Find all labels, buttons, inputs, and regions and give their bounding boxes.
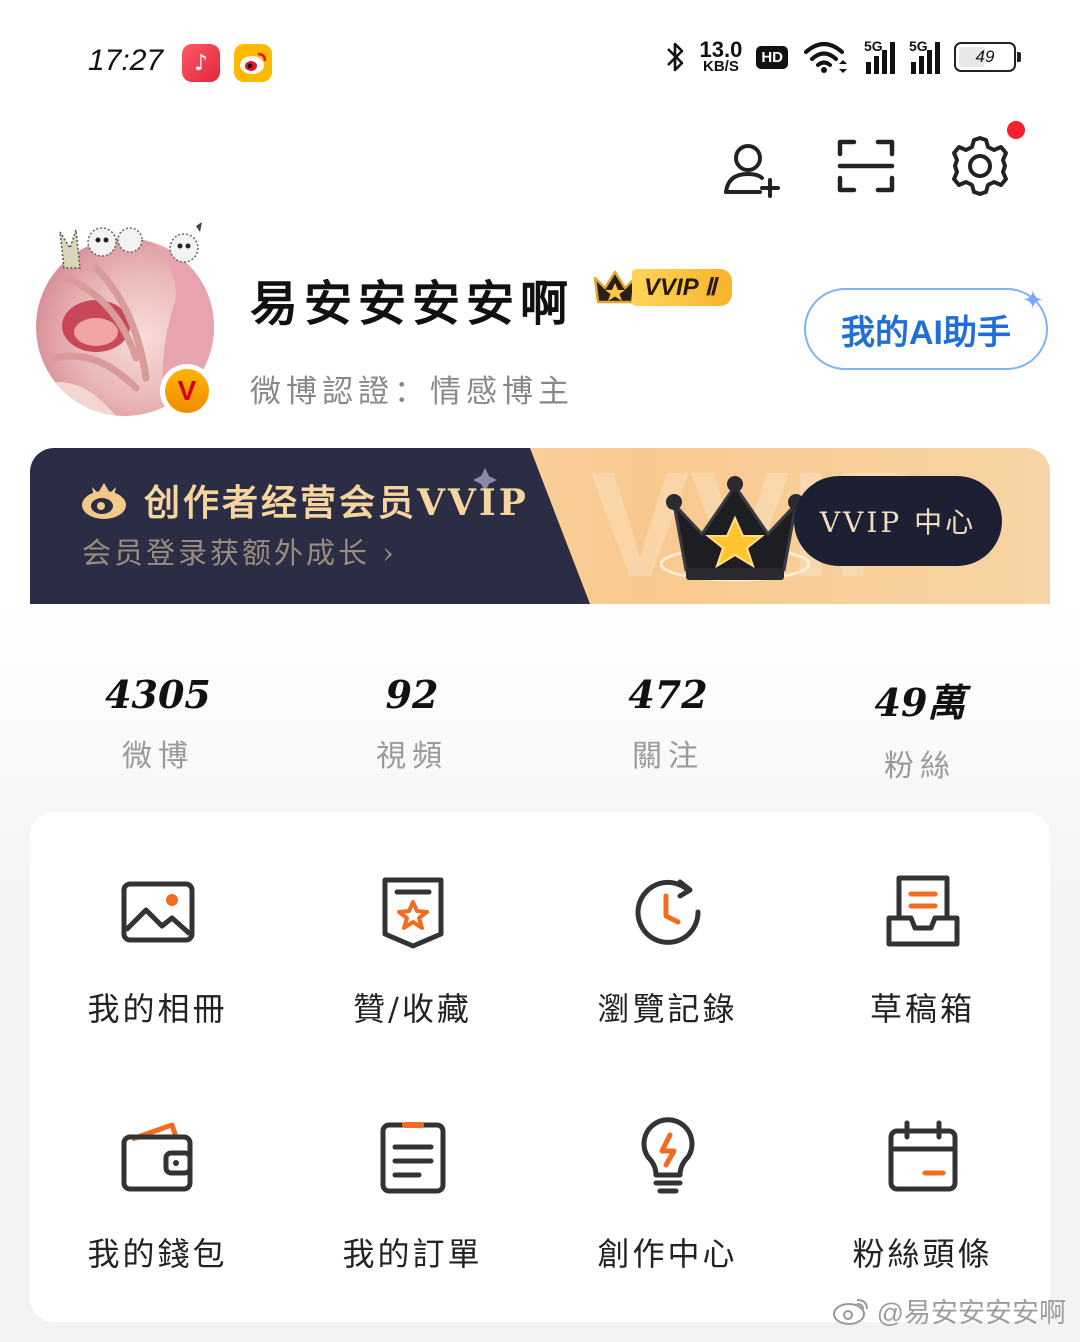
grid-item-orders[interactable]: 我的訂單 <box>285 1057 540 1297</box>
network-speed: 13.0 KB/S <box>699 37 743 76</box>
stat-videos[interactable]: 92 視頻 <box>312 672 512 775</box>
verified-badge-icon: V <box>160 364 214 418</box>
grid-item-history[interactable]: 瀏覽記錄 <box>540 812 795 1052</box>
bookmark-star-icon <box>382 877 443 949</box>
grid-item-label: 贊/收藏 <box>353 990 472 1028</box>
grid-item-likes[interactable]: 贊/收藏 <box>285 812 540 1052</box>
stat-label: 視頻 <box>376 739 448 774</box>
stat-label: 關注 <box>632 739 704 774</box>
bluetooth-icon <box>666 42 683 72</box>
calendar-icon <box>888 1120 957 1192</box>
creator-logo-icon <box>82 483 126 519</box>
stat-following[interactable]: 472 關注 <box>568 672 768 775</box>
music-app-icon: ♪ <box>182 44 220 82</box>
stat-label: 粉絲 <box>884 749 956 784</box>
photo-album-icon <box>121 881 194 943</box>
wallet-icon <box>121 1122 192 1192</box>
status-time: 17:27 <box>88 44 164 77</box>
grid-item-label: 草稿箱 <box>869 990 975 1028</box>
stat-value: 4305 <box>105 672 211 717</box>
stat-weibo[interactable]: 4305 微博 <box>58 672 258 775</box>
stat-fans[interactable]: 49萬 粉絲 <box>820 672 1020 785</box>
ai-assistant-button[interactable]: 我的AI助手 <box>804 288 1048 370</box>
grid-item-label: 瀏覽記錄 <box>597 990 738 1028</box>
settings-gear-icon[interactable] <box>948 134 1012 198</box>
stat-label: 微博 <box>122 739 194 774</box>
weibo-logo-icon <box>832 1298 868 1325</box>
grid-item-drafts[interactable]: 草稿箱 <box>795 812 1050 1052</box>
banner-title: 创作者经营会员VVIP <box>80 474 529 526</box>
banner-subtitle[interactable]: 会员登录获额外成长 › <box>82 530 397 572</box>
draft-box-icon <box>886 875 959 947</box>
grid-item-label: 我的訂單 <box>342 1235 483 1273</box>
weibo-app-icon <box>234 44 272 82</box>
grid-item-label: 創作中心 <box>597 1235 738 1273</box>
sparkle-icon: ✦ <box>1022 286 1044 316</box>
add-friend-icon[interactable] <box>720 136 784 200</box>
signal-5g-sim1: 5G <box>864 38 895 74</box>
weibo-watermark: @易安安安安啊 <box>831 1291 1066 1330</box>
battery-level: 49 <box>975 47 995 66</box>
verification-text: 微博認證：情感博主 <box>250 374 574 410</box>
lightbulb-icon <box>641 1117 694 1194</box>
notification-dot <box>1004 118 1028 142</box>
grid-item-creator-center[interactable]: 創作中心 <box>540 1057 795 1297</box>
avatar-decoration <box>59 222 202 269</box>
grid-item-album[interactable]: 我的相冊 <box>30 812 285 1052</box>
crown-illustration-icon <box>660 476 810 582</box>
signal-5g-sim2: 5G <box>909 38 940 74</box>
vvip-level-label: VVIP Ⅱ <box>632 268 733 306</box>
chevron-right-icon: › <box>370 536 397 570</box>
order-list-icon <box>380 1122 445 1194</box>
grid-item-label: 我的錢包 <box>87 1235 228 1273</box>
vvip-banner[interactable]: VVIP 创作者经营会员VVIP 会员登录获额外成长 › VVIP 中心 <box>30 448 1050 604</box>
status-indicators: 13.0 KB/S HD 5G 5G 49 <box>664 37 1021 76</box>
grid-item-label: 我的相冊 <box>87 990 228 1028</box>
scan-icon[interactable] <box>834 134 898 198</box>
grid-item-fans-headline[interactable]: 粉絲頭條 <box>795 1057 1050 1297</box>
feature-grid-card: 我的相冊 贊/收藏 瀏覽記錄 草稿箱 我的錢包 我的訂單 創作中心 粉絲頭條 <box>30 812 1050 1322</box>
stat-value: 472 <box>628 672 708 717</box>
stat-value: 49萬 <box>874 680 966 725</box>
vvip-level-badge[interactable]: VVIP Ⅱ <box>592 266 733 308</box>
banner-title-text: 创作者经营会员VVIP <box>144 482 529 524</box>
vvip-center-button[interactable]: VVIP 中心 <box>794 476 1002 566</box>
battery-indicator: 49 <box>954 42 1021 72</box>
hd-voice-badge: HD <box>756 45 788 69</box>
history-clock-icon <box>635 879 701 945</box>
grid-item-wallet[interactable]: 我的錢包 <box>30 1057 285 1297</box>
grid-item-label: 粉絲頭條 <box>852 1235 993 1273</box>
username: 易安安安安啊 <box>250 276 575 332</box>
wifi-icon <box>804 42 847 73</box>
stat-value: 92 <box>385 672 439 717</box>
